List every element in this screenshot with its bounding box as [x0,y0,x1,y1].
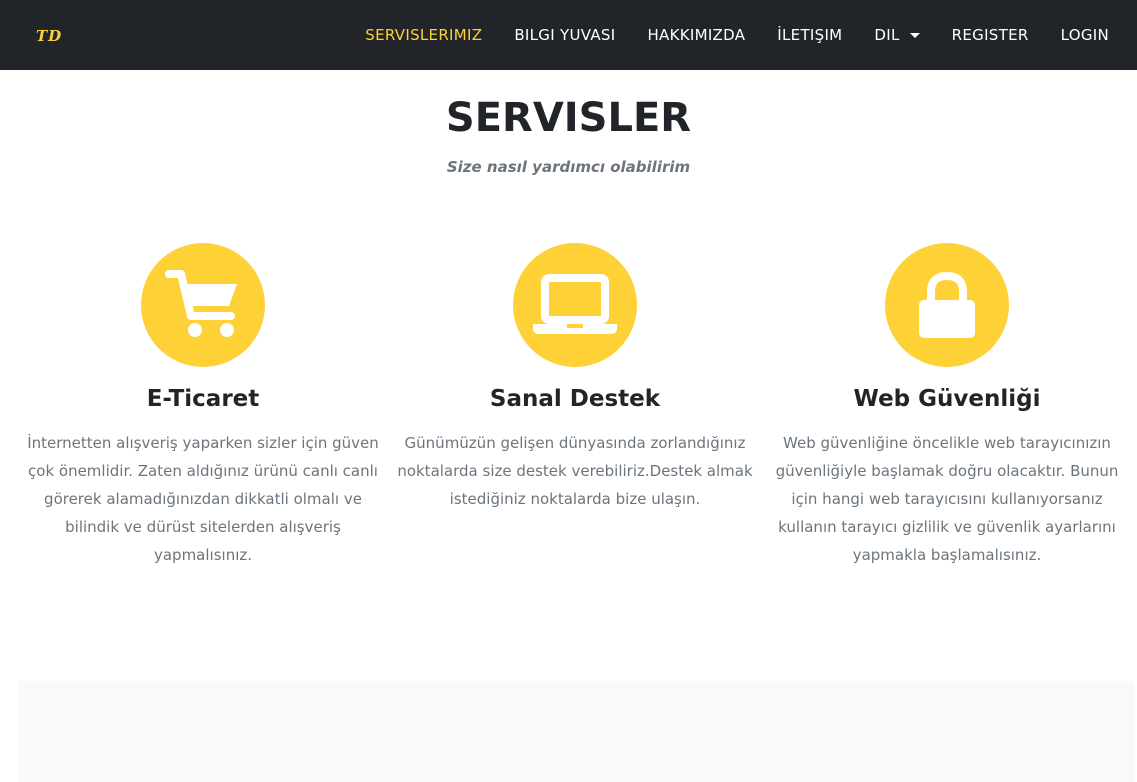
section-heading: SERVISLER [445,95,692,141]
nav-item-label: SERVISLERIMIZ [365,26,483,44]
nav-item-servislerimiz[interactable]: SERVISLERIMIZ [349,26,498,44]
service-description: İnternetten alışveriş yaparken sizler iç… [27,433,379,564]
nav-item-bilgi-yuvasi[interactable]: BILGI YUVASI [498,26,631,44]
nav-item-hakkimizda[interactable]: HAKKIMIZDA [631,26,761,44]
nav-item-label: BILGI YUVASI [514,26,616,44]
service-description: Günümüzün gelişen dünyasında zorlandığın… [397,433,753,508]
service-description: Web güvenliğine öncelikle web tarayıcını… [775,433,1119,564]
nav-item-label: DIL [874,26,900,44]
nav-item-dil-dropdown[interactable]: DIL [858,26,935,44]
laptop-icon [513,243,637,367]
nav-menu: SERVISLERIMIZ BILGI YUVASI HAKKIMIZDA İL… [349,0,1125,70]
service-web-guvenligi: Web Güvenliği Web güvenliğine öncelikle … [761,243,1133,569]
navbar: TD SERVISLERIMIZ BILGI YUVASI HAKKIMIZDA… [0,0,1137,70]
nav-item-label: İLETIŞIM [777,26,843,44]
service-title: E-Ticaret [146,386,260,412]
service-title: Web Güvenliği [853,386,1041,412]
service-sanal-destek: Sanal Destek Günümüzün gelişen dünyasınd… [389,243,761,513]
shopping-cart-icon [141,243,265,367]
service-title: Sanal Destek [489,386,661,412]
nav-item-iletisim[interactable]: İLETIŞIM [761,26,858,44]
nav-item-label: LOGIN [1060,26,1109,44]
caret-down-icon [909,32,920,38]
section-subheading: Size nasıl yardımcı olabilirim [446,158,691,176]
nav-item-label: REGISTER [951,26,1029,44]
nav-item-login[interactable]: LOGIN [1045,26,1125,44]
nav-item-register[interactable]: REGISTER [936,26,1045,44]
brand-logo[interactable]: TD [36,27,62,45]
nav-item-label: HAKKIMIZDA [647,26,746,44]
next-section-band [18,681,1135,782]
lock-icon [885,243,1009,367]
service-e-ticaret: E-Ticaret İnternetten alışveriş yaparken… [17,243,389,569]
